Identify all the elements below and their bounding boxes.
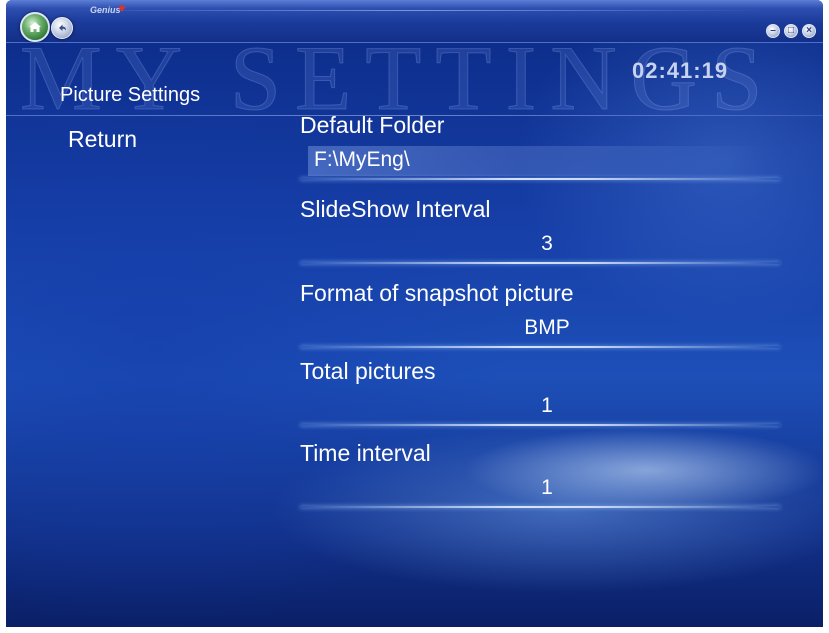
- setting-value: 3: [541, 232, 553, 255]
- setting-label: Default Folder: [300, 112, 445, 138]
- home-icon: [29, 22, 41, 32]
- maximize-icon: □: [787, 25, 795, 36]
- clock: 02:41:19: [632, 58, 729, 83]
- setting-value: BMP: [524, 316, 570, 339]
- app-window: Genius ✦ – □ × MY SETTINGS 02:41:19 Pict…: [6, 0, 823, 627]
- back-button[interactable]: [51, 17, 73, 39]
- divider: [300, 178, 780, 180]
- minimize-button[interactable]: –: [766, 24, 780, 38]
- close-icon: ×: [806, 25, 812, 36]
- setting-value: 1: [541, 394, 553, 417]
- minimize-icon: –: [770, 25, 776, 36]
- setting-label: Time interval: [300, 440, 431, 466]
- return-button[interactable]: Return: [68, 126, 137, 153]
- divider: [300, 346, 780, 348]
- logo-mark-icon: ✦: [116, 0, 128, 16]
- setting-value: F:\MyEng\: [314, 148, 410, 171]
- setting-label: Total pictures: [300, 358, 436, 384]
- title-bar: Genius ✦ – □ ×: [6, 0, 823, 43]
- page-title: Picture Settings: [60, 84, 201, 106]
- divider: [300, 506, 780, 508]
- home-button[interactable]: [20, 12, 50, 42]
- divider: [300, 424, 780, 426]
- setting-label: SlideShow Interval: [300, 196, 491, 222]
- close-button[interactable]: ×: [802, 24, 816, 38]
- setting-value: 1: [541, 476, 553, 499]
- divider: [300, 262, 780, 264]
- maximize-button[interactable]: □: [784, 24, 798, 38]
- back-arrow-icon: [59, 24, 66, 31]
- setting-label: Format of snapshot picture: [300, 280, 574, 306]
